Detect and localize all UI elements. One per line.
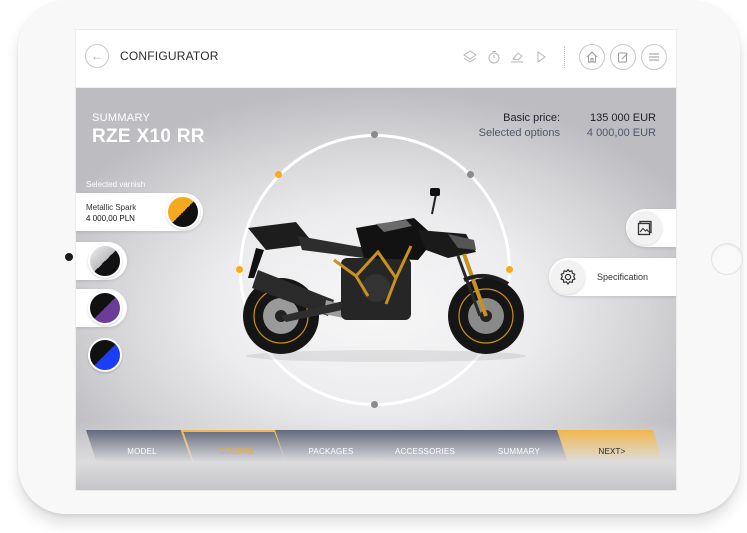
rotate-point-active[interactable]	[275, 171, 282, 178]
price-summary: Basic price: 135 000 EUR Selected option…	[479, 112, 656, 142]
step-label: SUMMARY	[497, 446, 541, 456]
page-title: CONFIGURATOR	[120, 49, 219, 63]
model-name: RZE X10 RR	[92, 126, 205, 147]
stopwatch-icon[interactable]	[487, 50, 501, 64]
step-label: COLORS	[218, 446, 254, 456]
rotate-point[interactable]	[467, 171, 474, 178]
options-price-label: Selected options	[478, 127, 560, 139]
home-icon	[586, 51, 598, 63]
step-model[interactable]: MODEL	[86, 430, 198, 472]
arrow-left-icon: ←	[91, 49, 103, 63]
color-swatch-selected[interactable]	[166, 195, 200, 229]
gallery-card[interactable]	[626, 209, 676, 247]
color-swatch-blue[interactable]	[88, 338, 122, 372]
menu-icon	[649, 53, 659, 61]
edit-icon	[618, 52, 628, 63]
summary-label: SUMMARY	[92, 112, 151, 124]
gear-icon	[560, 268, 576, 285]
back-button[interactable]: ←	[85, 44, 109, 68]
step-label: MODEL	[127, 446, 157, 456]
camera-dot	[65, 253, 73, 261]
basic-price-label: Basic price:	[503, 112, 560, 124]
home-button[interactable]	[579, 44, 605, 70]
step-accessories[interactable]: ACCESSORIES	[369, 430, 481, 472]
step-label: NEXT>	[598, 446, 626, 456]
menu-button[interactable]	[641, 44, 667, 70]
step-packages[interactable]: PACKAGES	[275, 430, 387, 472]
varnish-name: Metallic Spark	[86, 203, 137, 212]
step-navigation: MODEL COLORS PACKAGES ACCESSORIES SUMMAR…	[86, 430, 666, 472]
eraser-icon[interactable]	[510, 50, 524, 64]
color-swatch[interactable]	[88, 244, 122, 278]
spec-icon-button[interactable]	[551, 260, 585, 294]
tablet-home-button[interactable]	[711, 243, 743, 275]
step-colors[interactable]: COLORS	[180, 430, 292, 472]
varnish-price: 4 000,00 PLN	[86, 214, 135, 223]
step-label: ACCESSORIES	[395, 446, 455, 456]
app-screen: ← CONFIGURATOR SUMMARY RZE X10 RR Basic …	[76, 30, 676, 490]
step-summary[interactable]: SUMMARY	[463, 430, 575, 472]
selected-varnish-heading: Selected varnish	[86, 180, 146, 189]
color-swatch[interactable]	[88, 291, 122, 325]
basic-price-value: 135 000 EUR	[589, 112, 656, 124]
play-icon[interactable]	[534, 50, 548, 64]
specification-label: Specification	[597, 272, 649, 282]
edit-button[interactable]	[610, 44, 636, 70]
gallery-icon	[637, 220, 652, 236]
step-label: PACKAGES	[308, 446, 354, 456]
top-bar: ← CONFIGURATOR	[76, 30, 676, 88]
divider	[564, 46, 566, 68]
selected-varnish-card[interactable]: Metallic Spark 4 000,00 PLN	[76, 193, 203, 231]
rotate-point[interactable]	[371, 401, 378, 408]
gallery-button[interactable]	[628, 211, 662, 245]
next-button[interactable]: NEXT>	[557, 430, 667, 472]
motorcycle-image	[243, 188, 526, 362]
color-option-purple[interactable]	[76, 289, 127, 327]
color-option-silver[interactable]	[76, 242, 127, 280]
options-price-value: 4 000,00 EUR	[586, 127, 656, 139]
layers-icon[interactable]	[463, 50, 477, 64]
specification-button[interactable]: Specification	[549, 258, 676, 296]
product-viewer: SUMMARY RZE X10 RR Basic price: 135 000 …	[76, 88, 676, 490]
rotate-point[interactable]	[371, 131, 378, 138]
